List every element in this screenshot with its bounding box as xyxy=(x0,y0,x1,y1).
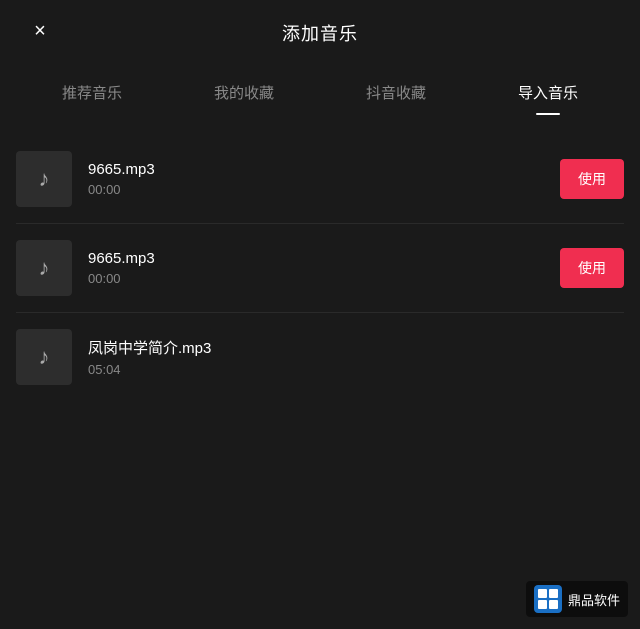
watermark-label: 鼎品软件 xyxy=(568,590,620,609)
tab-recommended[interactable]: 推荐音乐 xyxy=(50,74,134,115)
music-note-icon: ♪ xyxy=(39,255,50,281)
music-info: 9665.mp3 00:00 xyxy=(88,161,544,197)
music-thumbnail: ♪ xyxy=(16,329,72,385)
close-button[interactable]: × xyxy=(24,15,56,47)
list-item: ♪ 9665.mp3 00:00 使用 xyxy=(16,135,624,224)
tabs-container: 推荐音乐 我的收藏 抖音收藏 导入音乐 xyxy=(0,62,640,115)
list-item: ♪ 9665.mp3 00:00 使用 xyxy=(16,224,624,313)
use-button[interactable]: 使用 xyxy=(560,248,624,288)
music-thumbnail: ♪ xyxy=(16,151,72,207)
music-duration: 00:00 xyxy=(88,182,544,197)
music-info: 9665.mp3 00:00 xyxy=(88,250,544,286)
watermark: 鼎品软件 xyxy=(526,581,628,617)
music-duration: 00:00 xyxy=(88,271,544,286)
tab-douyin-favorites[interactable]: 抖音收藏 xyxy=(354,74,438,115)
music-list: ♪ 9665.mp3 00:00 使用 ♪ 9665.mp3 00:00 使用 … xyxy=(0,115,640,401)
music-name: 9665.mp3 xyxy=(88,250,544,267)
tab-import[interactable]: 导入音乐 xyxy=(506,74,590,115)
close-icon: × xyxy=(34,20,46,43)
header: × 添加音乐 xyxy=(0,0,640,62)
app-container: × 添加音乐 推荐音乐 我的收藏 抖音收藏 导入音乐 ♪ 9665.mp3 00… xyxy=(0,0,640,629)
music-info: 凤岗中学简介.mp3 05:04 xyxy=(88,337,624,377)
music-duration: 05:04 xyxy=(88,362,624,377)
use-button[interactable]: 使用 xyxy=(560,159,624,199)
music-name: 9665.mp3 xyxy=(88,161,544,178)
list-item: ♪ 凤岗中学简介.mp3 05:04 xyxy=(16,313,624,401)
music-note-icon: ♪ xyxy=(39,344,50,370)
watermark-logo-icon xyxy=(534,585,562,613)
tab-my-favorites[interactable]: 我的收藏 xyxy=(202,74,286,115)
music-name: 凤岗中学简介.mp3 xyxy=(88,337,624,358)
music-note-icon: ♪ xyxy=(39,166,50,192)
music-thumbnail: ♪ xyxy=(16,240,72,296)
page-title: 添加音乐 xyxy=(282,20,358,46)
